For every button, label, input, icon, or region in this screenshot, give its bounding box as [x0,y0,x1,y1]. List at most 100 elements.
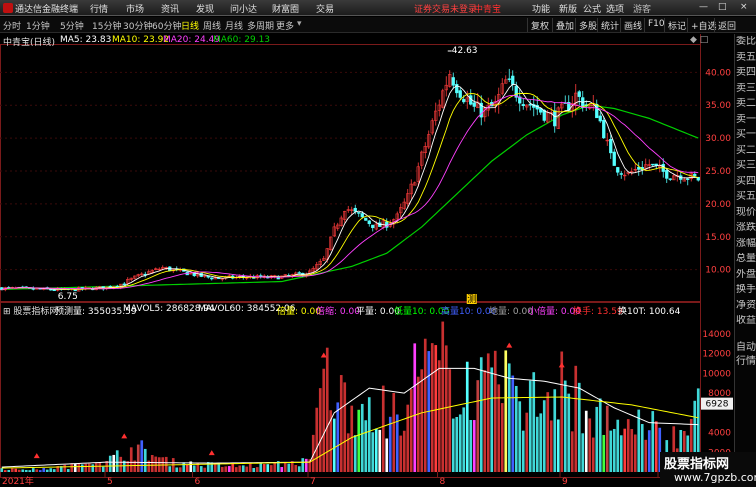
maximize-button[interactable]: □ [718,2,727,12]
tab-monthly[interactable]: 月线 [225,19,243,32]
candle-body [472,102,476,107]
guest-label[interactable]: 游客 [633,2,651,15]
kline-chart[interactable]: 40.00 35.00 30.00 25.00 20.00 15.00 10.00 14000… [0,34,750,487]
tab-1min[interactable]: 1分钟 [26,19,50,32]
menu-hangqing[interactable]: 行情 [90,2,108,15]
volume-bar [353,435,357,472]
volume-bar [504,350,508,472]
panel-control-icon[interactable]: ◆ □ [690,35,708,45]
volume-bar [227,466,231,472]
volume-bar [448,369,452,472]
candle-body [612,151,616,166]
volume-tick-label: 12000 [702,350,731,360]
sidebar-item-18: 收益 [736,315,756,326]
menu-shichang[interactable]: 市场 [126,2,144,15]
price-tick-label: 35.00 [705,101,731,111]
volume-bar [577,382,581,472]
volume-bar [150,455,154,472]
tool-diejia[interactable]: 叠加 [552,18,577,32]
candle-body [553,110,557,127]
tab-multi-period[interactable]: 多周期 [247,19,274,32]
candle-body [360,213,364,218]
period-toolbar: 分时 1分钟 5分钟 15分钟 30分钟 60分钟 日线 周线 月线 多周期 更… [0,17,756,33]
sidebar-item-16: 换手 [736,284,756,295]
volume-bar [570,431,574,472]
volume-bar [304,458,308,472]
tab-more[interactable]: 更多 [276,19,294,32]
volume-bar [563,380,567,472]
menu-jiaoyi[interactable]: 交易 [316,2,334,15]
chevron-down-icon[interactable]: ▾ [297,19,302,29]
volume-bar [35,469,39,472]
volume-bar [287,463,291,472]
menu-gongshi[interactable]: 公式 [583,2,601,15]
volume-bar [178,467,182,472]
ma60-legend: MA60: 29.13 [213,35,271,45]
menu-caifuquan[interactable]: 财富圈 [272,2,299,15]
volume-bar [87,463,91,472]
sidebar-item-12: 涨跌 [736,222,756,233]
menu-faxian[interactable]: 发现 [196,2,214,15]
menu-wenxiaoda[interactable]: 问小达 [230,2,257,15]
menu-xuanxiang[interactable]: 选项 [606,2,624,15]
volume-bar [378,429,382,472]
tab-5min[interactable]: 5分钟 [60,19,84,32]
sidebar-item-10: 买五 [736,191,756,202]
candle-body [511,75,515,85]
tab-weekly[interactable]: 周线 [203,19,221,32]
volume-bar [280,466,284,472]
volume-bar [640,424,644,472]
tab-fenshi[interactable]: 分时 [3,19,21,32]
tab-60min[interactable]: 60分钟 [152,19,181,32]
volume-bar [483,370,487,472]
volume-bar [574,365,578,472]
volume-bar [101,466,105,472]
menu-gongneng[interactable]: 功能 [532,2,550,15]
volume-bar [143,448,147,472]
sidebar-bottom-1[interactable]: 行情 [736,352,756,367]
volume-bar [294,465,298,472]
menu-xinban[interactable]: 新版 [559,2,577,15]
volume-bar [465,361,469,472]
ma-lines [1,83,699,291]
volume-bar [343,382,347,472]
signal-arrow-icon [208,450,215,456]
volume-bar [458,414,462,472]
volume-bar [360,403,364,472]
volume-bar [423,338,427,472]
sidebar-item-5: 卖一 [736,113,756,125]
tab-daily[interactable]: 日线 [181,19,199,32]
minimize-button[interactable]: — [699,2,708,12]
volume-bar [42,468,46,472]
tab-15min[interactable]: 15分钟 [92,19,121,32]
volume-bar [367,397,371,472]
sidebar-bottom-0[interactable]: 自动 [736,338,756,353]
volume-bar [532,372,536,472]
tool-fuquan[interactable]: 复权 [527,18,552,32]
sidebar-item-11: 现价 [736,206,756,218]
volume-bar [647,430,651,472]
tool-tongji[interactable]: 统计 [597,18,622,32]
volume-bar [486,353,490,472]
volume-tick-label: 14000 [702,330,731,340]
volume-bar [98,462,102,472]
volume-bar [644,439,648,472]
volume-bar [619,435,623,472]
menu-zixun[interactable]: 资讯 [161,2,179,15]
volume-bar [511,375,515,472]
volume-bar [49,468,53,472]
tool-back[interactable]: 返回 [714,18,739,32]
tab-30min[interactable]: 30分钟 [123,19,152,32]
close-button[interactable]: × [740,2,748,12]
candle-body [693,173,697,177]
candle-body [206,275,210,278]
volume-bar [406,404,410,472]
volume-bar [0,468,4,472]
volume-bar [535,416,539,472]
tool-huaxian[interactable]: 画线 [620,18,645,32]
volume-bar [7,469,11,472]
chart-area[interactable]: 40.00 35.00 30.00 25.00 20.00 15.00 10.00 14000… [0,34,750,487]
login-notice[interactable]: 证券交易未登录 [414,2,477,15]
tool-biaoji[interactable]: 标记 [664,18,689,32]
volume-bar [94,462,98,472]
